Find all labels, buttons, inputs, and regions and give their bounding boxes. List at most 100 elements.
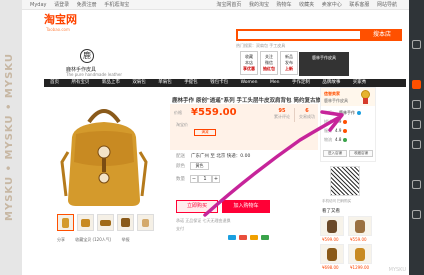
qr-label: 手机访问 扫码购买 bbox=[322, 199, 352, 203]
banner-tag: 享优惠 bbox=[243, 66, 255, 71]
report-link[interactable]: 举报 bbox=[122, 237, 130, 242]
banner-top: 收藏 bbox=[245, 54, 253, 59]
delivery-value[interactable]: 广东广州 至 北京 快递：0.00 bbox=[191, 154, 250, 159]
history-icon[interactable] bbox=[412, 120, 421, 129]
topbar-user[interactable]: Myday bbox=[30, 2, 46, 8]
color-option[interactable]: 黄色 bbox=[190, 162, 209, 170]
nav-item-new[interactable]: 新品上市 bbox=[102, 80, 120, 85]
banner-tag: 上新 bbox=[285, 66, 293, 71]
feedback-icon[interactable] bbox=[412, 180, 421, 189]
rating-label: 服务 bbox=[324, 128, 332, 133]
recommend-item[interactable] bbox=[348, 244, 372, 264]
heart-icon[interactable] bbox=[412, 100, 421, 109]
nav-item-handbag[interactable]: 手提包 bbox=[184, 80, 198, 85]
backpack-image bbox=[60, 109, 148, 206]
nav-item-men[interactable]: Men bbox=[270, 80, 280, 85]
nav-item-custom[interactable]: 手作定制 bbox=[292, 80, 310, 85]
chat-icon[interactable] bbox=[412, 140, 421, 149]
thumbnail[interactable] bbox=[137, 214, 154, 231]
topbar-mobile[interactable]: 手机逛淘宝 bbox=[104, 2, 129, 8]
nav-item-home[interactable]: 首页 bbox=[50, 80, 59, 85]
nav-item-all[interactable]: 所有宝贝 bbox=[71, 80, 89, 85]
shop-banner-wechat[interactable]: 关注 微信 抽红包 bbox=[260, 51, 278, 75]
banner-mid: 本店 bbox=[245, 60, 253, 65]
product-title: 鹿林手作 原创"逍遥"系列 手工头层牛皮双肩背包 简约复古旅行包 bbox=[172, 98, 332, 104]
cart-icon[interactable] bbox=[412, 80, 421, 89]
user-icon[interactable] bbox=[412, 40, 421, 49]
favorite-shop-button[interactable]: 收藏店铺 bbox=[349, 150, 373, 157]
nav-item-women[interactable]: Women bbox=[241, 80, 258, 85]
shop-banner-favorite[interactable]: 收藏 本店 享优惠 bbox=[240, 51, 258, 75]
topbar-sitemap[interactable]: 网站导航 bbox=[377, 2, 397, 8]
search-input[interactable] bbox=[236, 29, 362, 41]
price-box: 价格 ¥559.00 淘宝价 满减 95 累计评论 6 交易成功 bbox=[170, 104, 318, 150]
thumbnail[interactable] bbox=[77, 214, 94, 231]
gallery-actions: 分享 收藏宝贝 (120人气) 举报 bbox=[57, 237, 139, 243]
stat-sales-label: 交易成功 bbox=[299, 114, 315, 119]
thumbnail[interactable] bbox=[57, 214, 74, 231]
banner-tag: 抽红包 bbox=[263, 66, 275, 71]
quantity-row: 数量 bbox=[176, 176, 185, 182]
price-label: 价格 bbox=[174, 110, 182, 115]
owner-label: 掌柜： bbox=[324, 110, 336, 115]
shop-logo[interactable]: 鹿 bbox=[80, 49, 94, 63]
watermark-vertical-text: MYSKU • MYSKU • MYSKU bbox=[4, 53, 15, 221]
topbar-register[interactable]: 免费注册 bbox=[77, 2, 97, 8]
shop-banner-new[interactable]: 新品 发布 上新 bbox=[280, 51, 298, 75]
buy-now-button[interactable]: 立即购买 bbox=[176, 200, 218, 213]
favorite-item-link[interactable]: 收藏宝贝 (120人气) bbox=[75, 237, 111, 242]
stat-reviews-label: 累计评论 bbox=[274, 114, 290, 119]
recommend-item[interactable] bbox=[320, 216, 344, 236]
rating-service: 服务 4.9 bbox=[324, 128, 348, 134]
alipay-icon bbox=[228, 235, 236, 240]
shop-card: 信誉卖家 鹿林手作皮具 掌柜： 鹿林手作 描述 4.9 服务 4.9 物流 4.8 进入… bbox=[320, 87, 376, 162]
thumbnail[interactable] bbox=[117, 214, 134, 231]
product-price: ¥559.00 bbox=[191, 107, 237, 118]
trend-icon bbox=[343, 129, 348, 133]
nav-item-backpack[interactable]: 双肩包 bbox=[132, 80, 146, 85]
topbar-my-taobao[interactable]: 我的淘宝 bbox=[249, 2, 269, 8]
topbar-cart[interactable]: 购物车 bbox=[277, 2, 292, 8]
shop-card-name[interactable]: 鹿林手作皮具 bbox=[324, 98, 348, 104]
recommend-price: ¥559.00 bbox=[350, 237, 367, 242]
topbar-favorites[interactable]: 收藏夹 bbox=[299, 2, 314, 8]
taobao-logo-sub: Taobao.com bbox=[46, 27, 70, 32]
nav-item-story[interactable]: 品牌故事 bbox=[322, 80, 340, 85]
service-promise: 承诺 正品保证 七天无理由退换 bbox=[176, 218, 231, 223]
product-stats: 95 累计评论 6 交易成功 bbox=[270, 106, 318, 126]
nav-item-buyer-show[interactable]: 买家秀 bbox=[353, 80, 367, 85]
share-link[interactable]: 分享 bbox=[57, 237, 65, 242]
topbar-home[interactable]: 淘宝网首页 bbox=[216, 2, 241, 8]
shop-subtitle: The pure handmade leather bbox=[66, 72, 122, 77]
enter-shop-button[interactable]: 进入店铺 bbox=[323, 150, 347, 157]
color-label: 颜色 bbox=[176, 164, 185, 169]
recommend-item[interactable] bbox=[348, 216, 372, 236]
add-to-cart-button[interactable]: 加入购物车 bbox=[222, 200, 270, 213]
trend-icon bbox=[343, 138, 348, 142]
search-button[interactable]: 搜本店 bbox=[362, 29, 402, 41]
quantity-label: 数量 bbox=[176, 177, 185, 182]
topbar-seller[interactable]: 卖家中心 bbox=[322, 2, 342, 8]
shop-brand-banner[interactable]: 鹿林手作皮具 bbox=[299, 52, 349, 76]
nav-item-shoulder[interactable]: 单肩包 bbox=[158, 80, 172, 85]
quantity-input[interactable]: 1 bbox=[198, 175, 212, 183]
rating-value: 4.9 bbox=[335, 128, 342, 133]
taobao-logo[interactable]: 淘宝网 bbox=[44, 14, 77, 26]
quantity-minus-button[interactable]: − bbox=[190, 175, 198, 183]
rating-description: 描述 4.9 bbox=[324, 119, 348, 125]
hot-searches[interactable]: 热门搜索：双肩包 手工皮具 bbox=[236, 43, 285, 49]
quantity-plus-button[interactable]: + bbox=[212, 175, 220, 183]
delivery-row: 配送 广东广州 至 北京 快递：0.00 bbox=[176, 153, 250, 159]
shop-card-header: 信誉卖家 鹿林手作皮具 bbox=[321, 88, 375, 106]
stat-reviews[interactable]: 95 累计评论 bbox=[270, 108, 294, 120]
trend-icon bbox=[343, 120, 348, 124]
chat-icon[interactable] bbox=[357, 111, 361, 115]
thumbnail[interactable] bbox=[97, 214, 114, 231]
product-main-image[interactable] bbox=[44, 92, 164, 212]
owner-value[interactable]: 鹿林手作 bbox=[339, 110, 355, 115]
recommend-item[interactable] bbox=[320, 244, 344, 264]
topbar-login[interactable]: 请登录 bbox=[54, 2, 69, 8]
back-to-top-icon[interactable] bbox=[412, 210, 421, 219]
topbar-service[interactable]: 联系客服 bbox=[349, 2, 369, 8]
nav-item-wallet[interactable]: 钱包卡包 bbox=[210, 80, 228, 85]
